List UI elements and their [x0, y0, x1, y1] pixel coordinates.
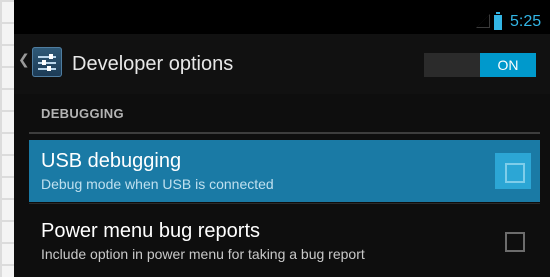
switch-on-label: ON [480, 53, 536, 77]
battery-icon [494, 12, 502, 30]
status-bar: 5:25 [14, 0, 550, 34]
developer-options-switch[interactable]: ON [424, 53, 536, 77]
slider-line [38, 66, 56, 71]
section-header-label: DEBUGGING [41, 106, 124, 121]
android-screen: 5:25 ❮ Developer options ON DEBUGGING US… [14, 0, 550, 277]
section-header-debugging: DEBUGGING [29, 94, 540, 134]
power-menu-bug-reports-checkbox[interactable] [505, 232, 525, 252]
pref-title: Power menu bug reports [41, 220, 261, 242]
status-time: 5:25 [510, 13, 542, 30]
usb-debugging-checkbox[interactable] [505, 163, 525, 183]
pref-summary: Include option in power menu for taking … [41, 246, 365, 262]
pref-summary: Debug mode when USB is connected [41, 176, 274, 192]
power-menu-bug-reports-row[interactable]: Power menu bug reports Include option in… [29, 210, 540, 272]
up-caret-icon[interactable]: ❮ [18, 50, 30, 70]
developer-settings-icon[interactable] [32, 47, 62, 77]
usb-debugging-row[interactable]: USB debugging Debug mode when USB is con… [29, 140, 540, 202]
page-title: Developer options [72, 53, 234, 75]
slider-line [38, 54, 56, 59]
slider-line [38, 60, 56, 65]
row-divider [29, 203, 540, 204]
action-bar: ❮ Developer options ON [14, 34, 550, 94]
signal-icon [476, 14, 490, 28]
pref-title: USB debugging [41, 150, 182, 172]
preferences-list: DEBUGGING USB debugging Debug mode when … [14, 94, 550, 277]
